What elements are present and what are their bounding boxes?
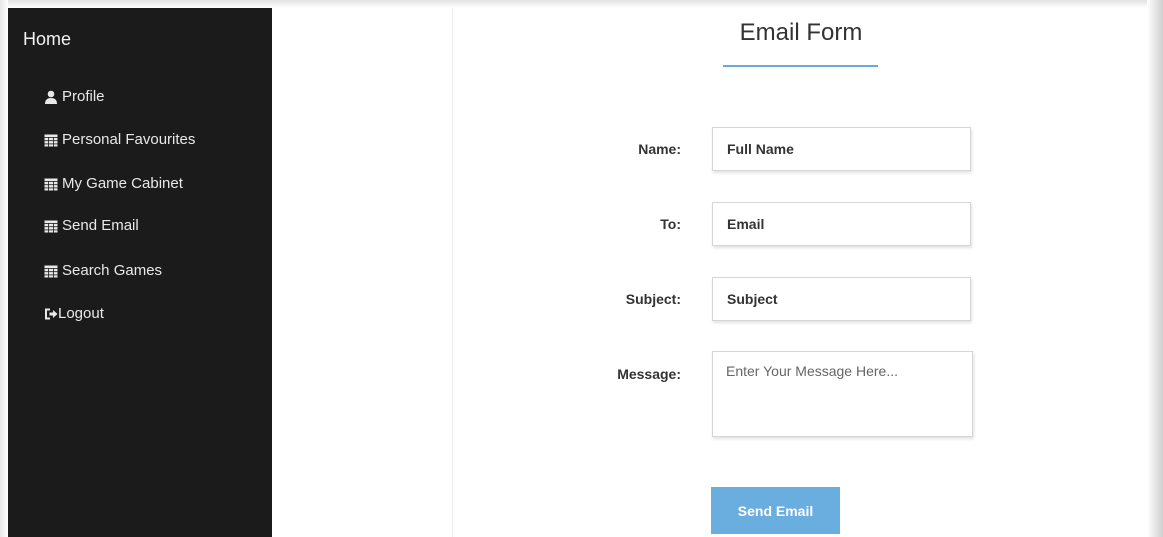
calendar-icon — [44, 177, 58, 191]
subject-input[interactable] — [712, 277, 971, 321]
page-title: Email Form — [739, 19, 863, 46]
window-shadow-right — [1147, 0, 1163, 537]
sidebar-item-label: Logout — [58, 305, 104, 322]
sidebar: Home Profile Personal Favourites My Game… — [8, 8, 272, 537]
to-label: To: — [660, 216, 681, 232]
sidebar-item-label: Personal Favourites — [62, 131, 196, 148]
sidebar-home-link[interactable]: Home — [23, 29, 71, 50]
logout-icon — [44, 307, 58, 321]
sidebar-item-label: My Game Cabinet — [62, 175, 183, 192]
message-label: Message: — [617, 366, 681, 382]
window-shadow-top — [0, 0, 1163, 8]
calendar-icon — [44, 133, 58, 147]
calendar-icon — [44, 264, 58, 278]
sidebar-item-label: Search Games — [62, 262, 163, 279]
sidebar-item-profile[interactable]: Profile — [44, 88, 105, 105]
user-icon — [44, 90, 58, 104]
name-input[interactable] — [712, 127, 971, 171]
title-underline — [723, 65, 878, 67]
sidebar-item-search-games[interactable]: Search Games — [44, 262, 162, 279]
sidebar-item-personal-favourites[interactable]: Personal Favourites — [44, 131, 195, 148]
message-textarea[interactable] — [712, 351, 973, 437]
sidebar-item-send-email[interactable]: Send Email — [44, 217, 139, 234]
calendar-icon — [44, 219, 58, 233]
to-email-input[interactable] — [712, 202, 971, 246]
page: Home Profile Personal Favourites My Game… — [0, 0, 1163, 537]
sidebar-item-label: Send Email — [62, 217, 139, 234]
column-divider — [452, 8, 453, 537]
name-label: Name: — [638, 141, 681, 157]
sidebar-item-label: Profile — [62, 88, 105, 105]
sidebar-item-logout[interactable]: Logout — [44, 305, 104, 322]
sidebar-item-my-game-cabinet[interactable]: My Game Cabinet — [44, 175, 183, 192]
window-shadow-left — [0, 0, 8, 537]
send-email-button[interactable]: Send Email — [711, 487, 840, 534]
subject-label: Subject: — [625, 291, 681, 307]
